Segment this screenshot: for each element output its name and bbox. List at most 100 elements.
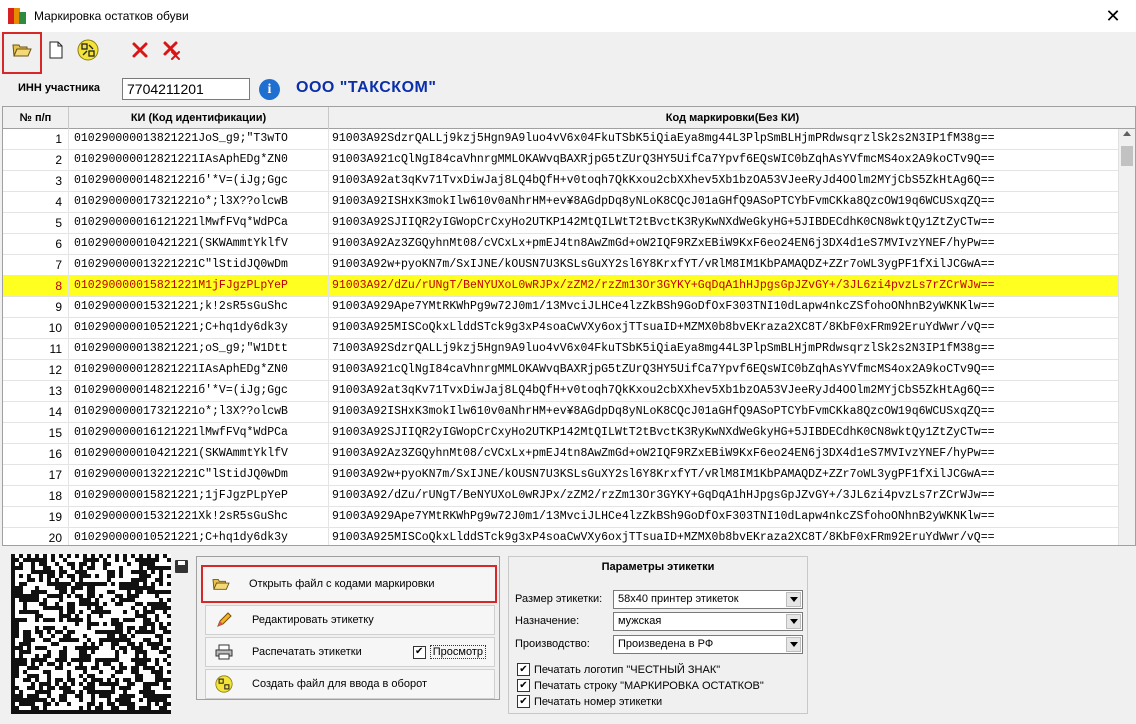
app-logo-icon (8, 7, 26, 25)
codes-table: № п/п КИ (Код идентификации) Код маркиро… (2, 106, 1136, 546)
code-cell: 91003A92w+pyoKN7m/SxIJNE/kOUSN7U3KSLsGuX… (329, 465, 1119, 486)
new-document-button[interactable] (44, 38, 68, 62)
table-row[interactable]: 17 010290000013221221C"lStidJQ0wDm 91003A9… (3, 465, 1119, 486)
table-row[interactable]: 2 010290000012821221IAsAphEDg*ZN0 91003A92… (3, 150, 1119, 171)
info-icon[interactable]: i (259, 79, 280, 100)
table-row[interactable]: 14 010290000017321221o*;l3X??olcwB 91003A9… (3, 402, 1119, 423)
row-number-cell: 15 (3, 423, 69, 444)
print-number-checkbox-box[interactable]: ✔ (517, 695, 530, 708)
row-number-cell: 7 (3, 255, 69, 276)
code-cell: 91003A92at3qKv71TvxDiwJaj8LQ4bQfH+v0toqh… (329, 171, 1119, 192)
table-row[interactable]: 11 010290000013821221;oS_g9;"W1Dtt 71003A… (3, 339, 1119, 360)
save-disk-icon[interactable] (175, 560, 188, 573)
table-row[interactable]: 10 010290000010521221;C+hq1dy6dk3y 91003A9… (3, 318, 1119, 339)
ki-cell: 010290000014821221б'*V=(iJg;Ggc (69, 171, 329, 192)
close-window-button[interactable]: ✕ (1090, 0, 1136, 32)
row-number-cell: 16 (3, 444, 69, 465)
bottom-panel: Открыть файл с кодами маркировки Редакти… (0, 546, 1136, 724)
print-logo-checkbox[interactable]: ✔ Печатать логотип "ЧЕСТНЫЙ ЗНАК" (517, 663, 720, 676)
inn-input[interactable]: 7704211201 (122, 78, 250, 100)
ki-cell: 010290000010521221;C+hq1dy6dk3y (69, 528, 329, 545)
print-line-label: Печатать строку "МАРКИРОВКА ОСТАТКОВ" (534, 679, 764, 692)
qr-code-button[interactable] (76, 38, 100, 62)
chevron-down-icon[interactable] (786, 592, 801, 607)
inn-row: ИНН участника 7704211201 i ООО "ТАКСКОМ" (0, 74, 1136, 106)
purpose-label: Назначение: (515, 615, 580, 627)
print-number-checkbox[interactable]: ✔ Печатать номер этикетки (517, 695, 662, 708)
create-file-button[interactable]: Создать файл для ввода в оборот (205, 669, 495, 699)
open-file-button[interactable]: Открыть файл с кодами маркировки (201, 565, 497, 603)
size-select[interactable]: 58x40 принтер этикеток (613, 590, 803, 609)
vertical-scrollbar[interactable] (1118, 129, 1135, 545)
delete-row-button[interactable] (128, 38, 152, 62)
table-row[interactable]: 3 010290000014821221б'*V=(iJg;Ggc 91003A92… (3, 171, 1119, 192)
table-row[interactable]: 9 010290000015321221;k!2sR5sGuShc 91003A92… (3, 297, 1119, 318)
table-row[interactable]: 1 010290000013821221JoS_g9;"T3wTO 91003A92… (3, 129, 1119, 150)
ki-cell: 010290000012821221IAsAphEDg*ZN0 (69, 150, 329, 171)
ki-cell: 010290000014821221б'*V=(iJg;Ggc (69, 381, 329, 402)
edit-label-text: Редактировать этикетку (252, 614, 374, 626)
label-params-panel: Параметры этикетки Размер этикетки: 58x4… (508, 556, 808, 714)
table-row[interactable]: 4 010290000017321221o*;l3X??olcwB 91003A92… (3, 192, 1119, 213)
print-labels-text: Распечатать этикетки (252, 646, 362, 658)
size-label: Размер этикетки: (515, 593, 603, 605)
print-labels-button[interactable]: Распечатать этикетки ✔ Просмотр (205, 637, 495, 667)
code-cell: 91003A92Az3ZGQyhnMt08/cVCxLx+pmEJ4tn8AwZ… (329, 234, 1119, 255)
table-row[interactable]: 19 010290000015321221Xk!2sR5sGuShc 91003A9… (3, 507, 1119, 528)
ki-cell: 010290000013221221C"lStidJQ0wDm (69, 255, 329, 276)
print-logo-label: Печатать логотип "ЧЕСТНЫЙ ЗНАК" (534, 663, 721, 676)
pencil-icon (214, 610, 234, 630)
code-cell: 91003A92SdzrQALLj9kzj5Hgn9A9luo4vV6x04Fk… (329, 129, 1119, 150)
row-number-cell: 3 (3, 171, 69, 192)
column-header-ki[interactable]: КИ (Код идентификации) (69, 107, 329, 129)
ki-cell: 010290000010421221(SKWAmmtYklfV (69, 444, 329, 465)
purpose-select[interactable]: мужская (613, 612, 803, 631)
datamatrix-code-image (11, 554, 171, 714)
row-number-cell: 10 (3, 318, 69, 339)
column-header-code[interactable]: Код маркировки(Без КИ) (329, 107, 1135, 129)
code-cell: 91003A92ISHxK3mokIlw610v0aNhrHM+ev¥8AGdp… (329, 192, 1119, 213)
table-row[interactable]: 18 010290000015821221;1jFJgzPLpYeP 91003A9… (3, 486, 1119, 507)
table-row[interactable]: 8 010290000015821221M1jFJgzPLpYeP 91003A92… (3, 276, 1119, 297)
code-cell: 91003A92/dZu/rUNgT/BeNYUXoL0wRJPx/zZM2/r… (329, 486, 1119, 507)
production-select[interactable]: Произведена в РФ (613, 635, 803, 654)
production-label: Производство: (515, 638, 590, 650)
code-cell: 91003A92w+pyoKN7m/SxIJNE/kOUSN7U3KSLsGuX… (329, 255, 1119, 276)
table-row[interactable]: 20 010290000010521221;C+hq1dy6dk3y 91003A9… (3, 528, 1119, 545)
print-number-label: Печатать номер этикетки (534, 695, 663, 708)
code-cell: 91003A929Ape7YMtRKWhPg9w72J0m1/13MvciJLH… (329, 507, 1119, 528)
preview-label: Просмотр (429, 645, 486, 659)
inn-label: ИНН участника (18, 82, 101, 94)
table-row[interactable]: 12 010290000012821221IAsAphEDg*ZN0 91003A9… (3, 360, 1119, 381)
ki-cell: 010290000015821221;1jFJgzPLpYeP (69, 486, 329, 507)
scroll-up-arrow-icon[interactable] (1123, 131, 1131, 136)
preview-checkbox[interactable]: ✔ Просмотр (412, 645, 486, 659)
preview-checkbox-box[interactable]: ✔ (412, 645, 426, 659)
ki-cell: 010290000010421221(SKWAmmtYklfV (69, 234, 329, 255)
ki-cell: 010290000015321221Xk!2sR5sGuShc (69, 507, 329, 528)
open-folder-button[interactable] (10, 38, 34, 62)
table-row[interactable]: 7 010290000013221221C"lStidJQ0wDm 91003A92… (3, 255, 1119, 276)
toolbar (0, 32, 1136, 74)
print-line-checkbox-box[interactable]: ✔ (517, 679, 530, 692)
column-header-number[interactable]: № п/п (3, 107, 69, 129)
row-number-cell: 13 (3, 381, 69, 402)
table-row[interactable]: 16 010290000010421221(SKWAmmtYklfV 91003A9… (3, 444, 1119, 465)
table-row[interactable]: 6 010290000010421221(SKWAmmtYklfV 91003A92… (3, 234, 1119, 255)
ki-cell: 010290000016121221lMwfFVq*WdPCa (69, 213, 329, 234)
table-row[interactable]: 5 010290000016121221lMwfFVq*WdPCa 91003A92… (3, 213, 1119, 234)
code-cell: 91003A925MISCoQkxLlddSTck9g3xP4soaCwVXy6… (329, 528, 1119, 545)
ki-cell: 010290000017321221o*;l3X??olcwB (69, 402, 329, 423)
table-row[interactable]: 13 010290000014821221б'*V=(iJg;Ggc 91003A9… (3, 381, 1119, 402)
open-file-label: Открыть файл с кодами маркировки (249, 578, 435, 590)
scrollbar-thumb[interactable] (1121, 146, 1133, 166)
print-line-checkbox[interactable]: ✔ Печатать строку "МАРКИРОВКА ОСТАТКОВ" (517, 679, 764, 692)
chevron-down-icon[interactable] (786, 614, 801, 629)
edit-label-button[interactable]: Редактировать этикетку (205, 605, 495, 635)
delete-all-button[interactable] (160, 38, 184, 62)
table-row[interactable]: 15 010290000016121221lMwfFVq*WdPCa 91003A9… (3, 423, 1119, 444)
chevron-down-icon[interactable] (786, 637, 801, 652)
delete-red-x-icon (132, 42, 148, 58)
print-logo-checkbox-box[interactable]: ✔ (517, 663, 530, 676)
ki-cell: 010290000017321221o*;l3X??olcwB (69, 192, 329, 213)
